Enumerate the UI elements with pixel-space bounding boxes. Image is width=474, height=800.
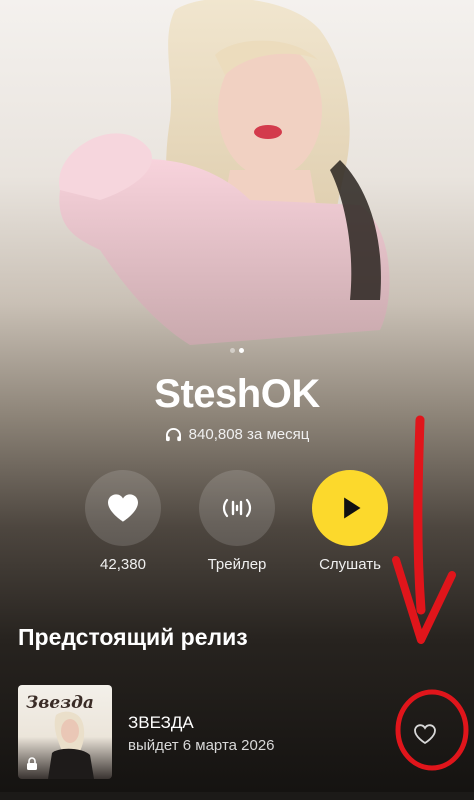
trailer-button[interactable]: Трейлер	[182, 470, 292, 573]
trailer-label: Трейлер	[207, 556, 267, 573]
like-artist-button[interactable]: 42,380	[68, 470, 178, 573]
listen-label: Слушать	[319, 556, 381, 573]
heart-icon	[108, 494, 138, 522]
listen-button[interactable]: Слушать	[295, 470, 405, 573]
bottom-edge	[0, 792, 474, 800]
carousel-dot[interactable]	[230, 348, 235, 353]
upcoming-release-title: Предстоящий релиз	[18, 624, 248, 650]
monthly-listeners-text: 840,808 за месяц	[188, 426, 310, 443]
monthly-listeners: 840,808 за месяц	[0, 426, 474, 443]
release-cover[interactable]: Звезда	[18, 685, 112, 779]
artist-name: SteshOK	[154, 372, 320, 416]
upcoming-release-item[interactable]: Звезда ЗВЕЗДА выйдет 6 марта 2026	[18, 685, 458, 780]
likes-count: 42,380	[100, 556, 146, 573]
waveform-icon	[222, 498, 252, 518]
carousel-dots	[0, 348, 474, 353]
like-circle[interactable]	[85, 470, 161, 546]
play-icon	[344, 497, 361, 519]
listen-circle[interactable]	[312, 470, 388, 546]
trailer-circle[interactable]	[199, 470, 275, 546]
headphones-icon	[165, 427, 181, 442]
heart-outline-icon	[414, 724, 436, 745]
release-like-button[interactable]	[408, 717, 442, 751]
lock-icon	[27, 757, 37, 770]
release-title: ЗВЕЗДА	[128, 713, 194, 732]
artist-photo	[59, 0, 390, 345]
carousel-dot-active[interactable]	[239, 348, 244, 353]
release-date: выйдет 6 марта 2026	[128, 737, 275, 754]
